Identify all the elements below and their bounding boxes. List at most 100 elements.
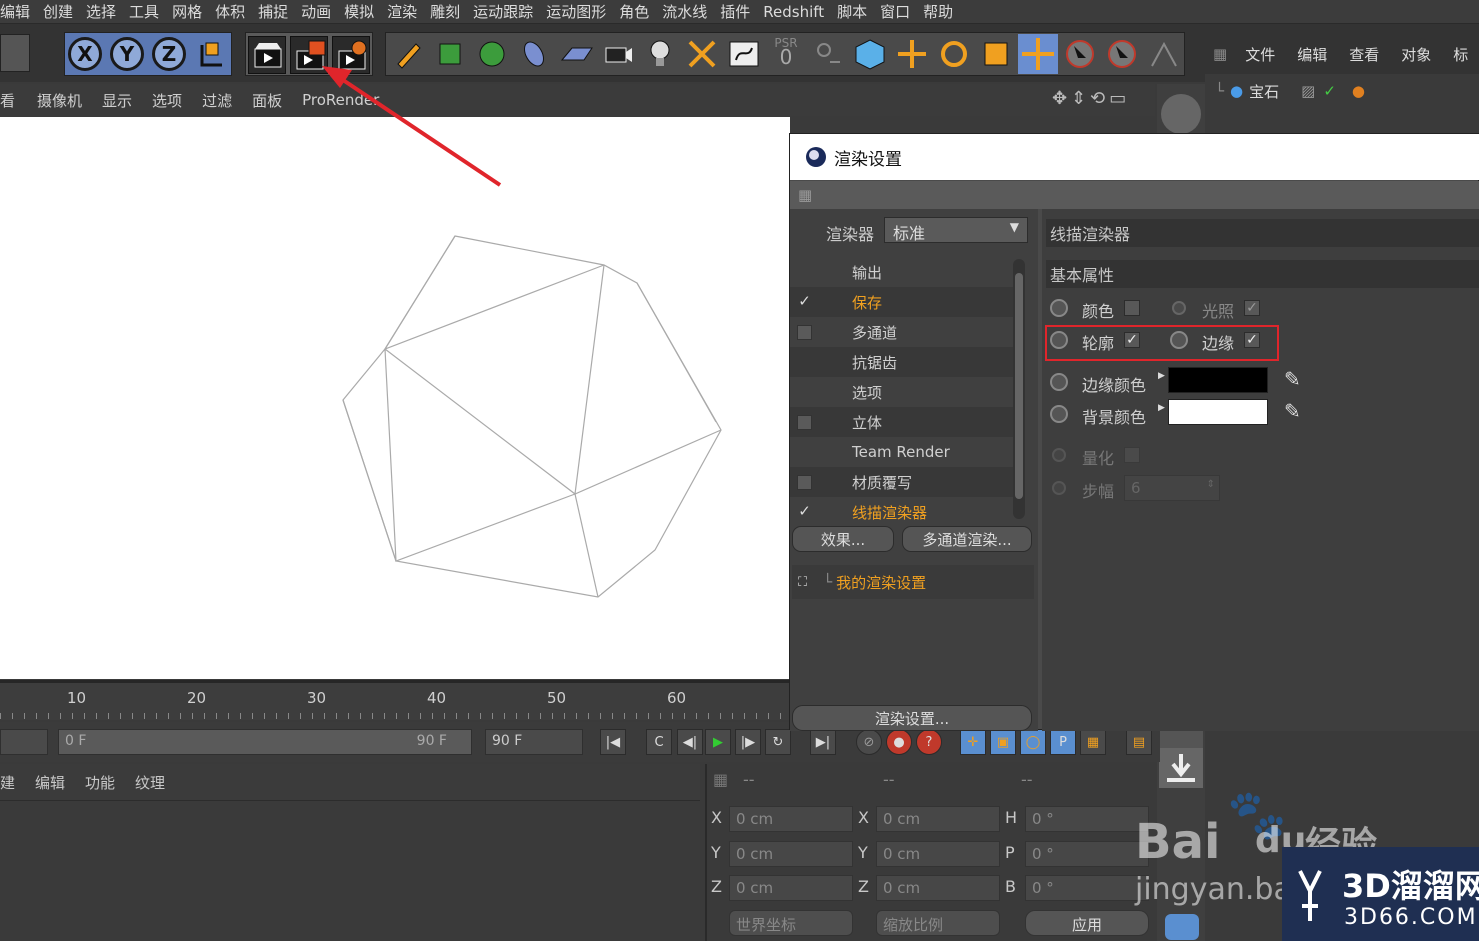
vp-menu-camera[interactable]: 摄像机 [37,90,82,111]
python-icon[interactable] [1165,914,1199,940]
menu-edit[interactable]: 编辑 [0,1,43,22]
viewport[interactable] [0,117,790,679]
rot-p-field[interactable]: 0 ° [1025,841,1149,867]
scale-ratio-dropdown[interactable]: 缩放比例 [876,910,1000,936]
apply-button[interactable]: 应用 [1025,910,1149,936]
mat-menu-texture[interactable]: 纹理 [135,772,165,793]
list-item-sketch-toon[interactable]: ✓ 线描渲染器 [790,497,1018,527]
joint-icon[interactable] [1146,36,1182,72]
menu-tools[interactable]: 工具 [129,1,172,22]
select-icon[interactable] [1104,36,1140,72]
renderer-dropdown[interactable]: 标准 ▼ [884,217,1028,243]
size-y-field[interactable]: 0 cm [876,841,1000,867]
render-view-icon[interactable] [248,36,286,74]
undo-icon[interactable] [0,34,30,72]
list-item-options[interactable]: 选项 [790,377,1018,407]
light-bulb-icon[interactable] [642,36,678,72]
menu-plugins[interactable]: 插件 [720,1,763,22]
current-frame-field[interactable] [0,729,48,755]
expand-arrow-icon[interactable]: ▶ [1158,371,1165,381]
key-scale-button[interactable]: ▣ [990,729,1016,755]
rot-h-field[interactable]: 0 ° [1025,806,1149,832]
bg-color-swatch[interactable] [1168,399,1268,425]
checkbox[interactable] [797,324,812,340]
prev-frame-button[interactable]: ◀| [677,729,703,755]
menu-volume[interactable]: 体积 [215,1,258,22]
menu-help[interactable]: 帮助 [923,1,966,22]
world-coord-dropdown[interactable]: 世界坐标 [729,910,853,936]
eyedropper-icon[interactable]: ✎ [1284,367,1301,391]
list-item-output[interactable]: 输出 [790,257,1018,287]
effects-button[interactable]: 效果... [792,526,894,552]
menu-mograph[interactable]: 运动图形 [546,1,619,22]
move-plus-icon[interactable] [894,36,930,72]
go-to-end-button[interactable]: ▶| [810,729,836,755]
layer-icon[interactable]: ▨ [1301,82,1315,100]
record-disabled-button[interactable]: ⊘ [856,729,882,755]
go-to-start-button[interactable]: |◀ [600,729,626,755]
vp-menu-view[interactable]: 看 [0,90,15,111]
x-axis-button[interactable]: X [68,37,102,71]
camera-icon[interactable] [600,36,636,72]
loop-back-button[interactable]: C [646,729,672,755]
list-item-team-render[interactable]: Team Render [790,437,1018,467]
list-scrollbar[interactable] [1013,259,1025,519]
vp-menu-panel[interactable]: 面板 [252,90,282,111]
edge-color-swatch[interactable] [1168,367,1268,393]
coordinate-system-icon[interactable] [194,37,228,71]
edge-anim-radio[interactable] [1170,331,1188,349]
vp-menu-filter[interactable]: 过滤 [202,90,232,111]
key-position-button[interactable]: ✛ [960,729,986,755]
edge-color-anim-radio[interactable] [1050,373,1068,391]
sculpt-icon[interactable] [1161,94,1201,134]
menu-motion-tracking[interactable]: 运动跟踪 [473,1,546,22]
live-select-icon[interactable] [1062,36,1098,72]
deformer-icon[interactable] [516,36,552,72]
menu-pipeline[interactable]: 流水线 [662,1,720,22]
psr-button[interactable]: PSR 0 [768,36,804,72]
render-settings-button[interactable]: 渲染设置... [792,705,1032,731]
dialog-title-bar[interactable]: 渲染设置 [790,134,1479,180]
bg-color-anim-radio[interactable] [1050,405,1068,423]
mat-menu-create[interactable]: 建 [0,772,15,793]
material-area[interactable] [0,800,700,941]
color-anim-radio[interactable] [1050,299,1068,317]
mat-menu-edit[interactable]: 编辑 [35,772,65,793]
size-z-field[interactable]: 0 cm [876,875,1000,901]
list-item-antialiasing[interactable]: 抗锯齿 [790,347,1018,377]
mat-menu-function[interactable]: 功能 [85,772,115,793]
snap-icon[interactable] [810,36,846,72]
multipass-render-button[interactable]: 多通道渲染... [902,526,1032,552]
rotate-icon[interactable] [936,36,972,72]
om-menu-view[interactable]: 查看 [1349,44,1379,65]
floor-icon[interactable] [558,36,594,72]
pos-y-field[interactable]: 0 cm [729,841,853,867]
light-anim-radio[interactable] [1172,301,1186,315]
size-x-field[interactable]: 0 cm [876,806,1000,832]
list-item-multipass[interactable]: 多通道 [790,317,1018,347]
menu-render[interactable]: 渲染 [387,1,430,22]
cube-icon[interactable] [852,36,888,72]
auto-key-button[interactable]: ? [916,729,942,755]
check-icon[interactable]: ✓ [797,503,812,520]
material-tag-icon[interactable]: ● [1352,82,1365,100]
expand-arrow-icon[interactable]: ▶ [1158,403,1165,413]
rot-b-field[interactable]: 0 ° [1025,875,1149,901]
list-item-material-override[interactable]: 材质覆写 [790,467,1018,497]
effector-icon[interactable] [684,36,720,72]
menu-animate[interactable]: 动画 [301,1,344,22]
menu-create[interactable]: 创建 [43,1,86,22]
menu-select[interactable]: 选择 [86,1,129,22]
next-frame-button[interactable]: |▶ [735,729,761,755]
menu-sculpt[interactable]: 雕刻 [430,1,473,22]
eyedropper-icon[interactable]: ✎ [1284,399,1301,423]
viewport-nav-icons[interactable]: ✥⇕⟲▭ [1052,88,1152,112]
light-checkbox[interactable]: ✓ [1244,300,1260,316]
expand-icon[interactable]: ⛶ [798,575,807,590]
end-frame-field[interactable]: 90 F [485,729,583,755]
timeline-ruler[interactable]: 10 20 30 40 50 60 [0,680,790,720]
pos-x-field[interactable]: 0 cm [729,806,853,832]
key-pla-button[interactable]: ▦ [1080,729,1106,755]
menu-character[interactable]: 角色 [619,1,662,22]
list-item-save[interactable]: ✓ 保存 [790,287,1018,317]
